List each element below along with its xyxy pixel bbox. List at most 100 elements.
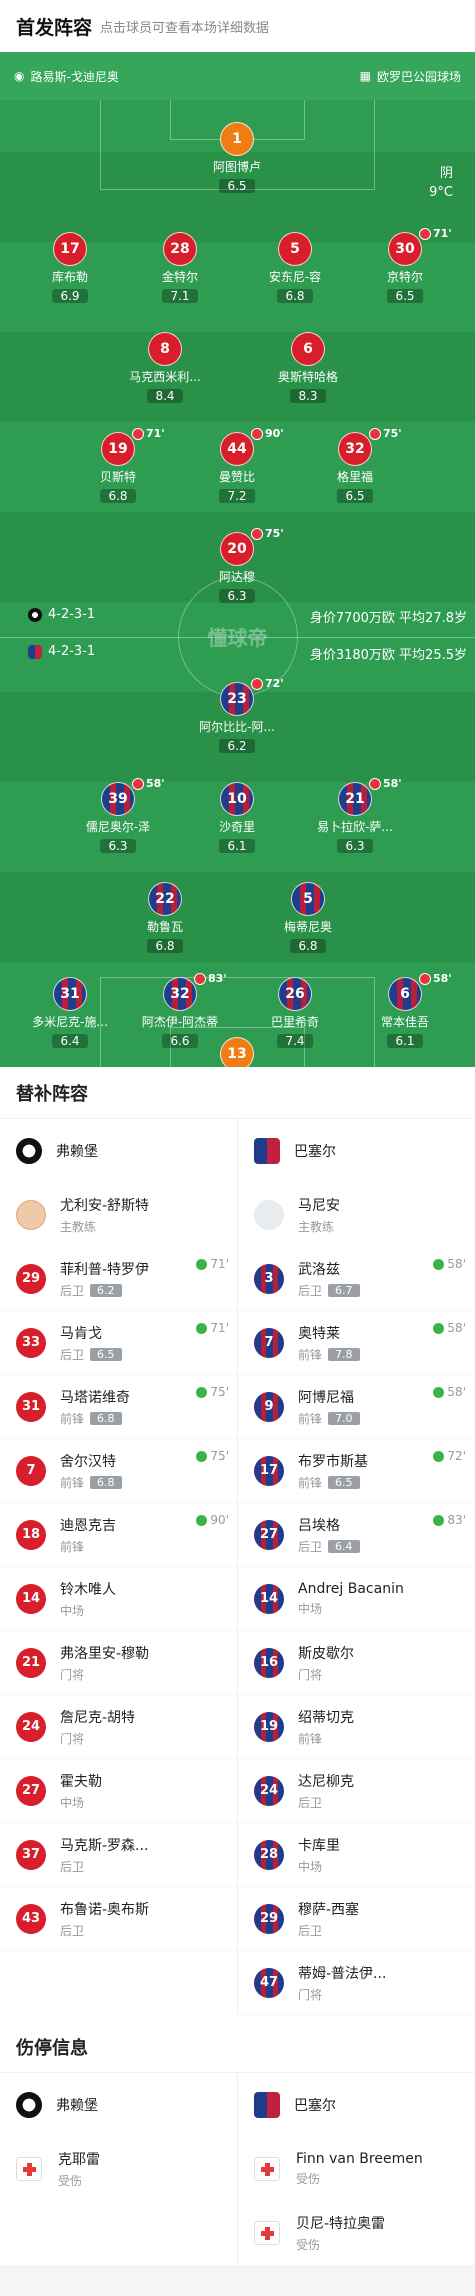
away-player[interactable]: 6 58' 常本佳吾 6.1 xyxy=(355,972,455,1049)
freiburg-crest-icon xyxy=(16,2092,42,2118)
sub-minute: 71' xyxy=(433,227,452,240)
player-position: 门将 xyxy=(298,1667,323,1682)
sub-player-row[interactable]: 37 马克斯-罗森... 后卫 xyxy=(0,1823,237,1887)
player-rating: 8.3 xyxy=(290,389,326,403)
player-name: 布鲁诺-奥布斯 xyxy=(60,1901,150,1918)
sub-off-icon xyxy=(369,777,381,790)
sub-player-row[interactable]: 24 詹尼克-胡特 门将 xyxy=(0,1695,237,1759)
sub-player-row[interactable]: 24 达尼柳克 后卫 xyxy=(238,1759,474,1823)
sub-player-row[interactable]: 7 奥特莱 前锋 7.8 58' xyxy=(238,1311,474,1375)
sub-player-row[interactable]: 29 菲利普-特罗伊 后卫 6.2 71' xyxy=(0,1247,237,1311)
away-player[interactable]: 13萨尔维7.3 xyxy=(187,1037,287,1067)
player-rating: 6.5 xyxy=(219,179,255,193)
sub-on-event: 75' xyxy=(196,1385,229,1399)
home-player[interactable]: 17 库布勒 6.9 xyxy=(20,232,120,304)
player-name: 阿尔比比-阿... xyxy=(199,720,275,734)
player-number: 24 xyxy=(254,1775,284,1806)
sub-player-row[interactable]: 33 马肯戈 后卫 6.5 71' xyxy=(0,1311,237,1375)
sub-player-row[interactable]: 9 阿博尼福 前锋 7.0 58' xyxy=(238,1375,474,1439)
player-name: 武洛兹 xyxy=(298,1261,340,1278)
away-team-head[interactable]: 巴塞尔 xyxy=(238,1119,474,1183)
away-player[interactable]: 10 沙奇里 6.1 xyxy=(187,782,287,854)
player-position: 前锋 xyxy=(298,1731,323,1746)
away-subs-column: 巴塞尔 马尼安 主教练 3 武洛兹 后卫 6.7 58' 7 奥特莱 前锋 7.8 58' 9 阿博尼福… xyxy=(237,1119,474,2015)
away-player[interactable]: 39 58' 儒尼奥尔-泽 6.3 xyxy=(68,777,168,854)
sub-player-row[interactable]: 27 吕埃格 后卫 6.4 83' xyxy=(238,1503,474,1567)
footer-gap xyxy=(0,2265,475,2296)
home-player[interactable]: 32 75' 格里福 6.5 xyxy=(305,427,405,504)
sub-player-row[interactable]: 14 铃木唯人 中场 xyxy=(0,1567,237,1631)
sub-player-row[interactable]: 14 Andrej Bacanin 中场 xyxy=(238,1567,474,1631)
player-position: 后卫 xyxy=(60,1923,85,1938)
home-player[interactable]: 20 75' 阿达穆 6.3 xyxy=(187,527,287,604)
sub-player-row[interactable]: 21 弗洛里安-穆勒 门将 xyxy=(0,1631,237,1695)
player-name: 舍尔汉特 xyxy=(60,1453,116,1470)
away-team-head[interactable]: 巴塞尔 xyxy=(238,2073,474,2137)
away-coach[interactable]: 马尼安 主教练 xyxy=(238,1183,474,1247)
away-player[interactable]: 5 梅蒂尼奥 6.8 xyxy=(258,882,358,954)
player-number: 26 xyxy=(278,977,312,1011)
player-number: 6 xyxy=(291,332,325,366)
sub-player-row[interactable]: 16 斯皮歇尔 门将 xyxy=(238,1631,474,1695)
home-team-head[interactable]: 弗赖堡 xyxy=(0,2073,237,2137)
home-player[interactable]: 5 安东尼-容 6.8 xyxy=(245,232,345,304)
player-number: 29 xyxy=(16,1263,46,1294)
sub-player-row[interactable]: 28 卡库里 中场 xyxy=(238,1823,474,1887)
home-player[interactable]: 44 90' 曼赞比 7.2 xyxy=(187,427,287,504)
player-number: 7 xyxy=(254,1327,284,1358)
injury-status: 受伤 xyxy=(296,2172,321,2186)
sub-minute: 58' xyxy=(433,972,452,985)
player-name: 库布勒 xyxy=(51,270,88,284)
sub-player-row[interactable]: 27 霍夫勒 中场 xyxy=(0,1759,237,1823)
player-name: 阿图博卢 xyxy=(212,160,261,174)
away-player[interactable]: 23 72' 阿尔比比-阿... 6.2 xyxy=(187,677,287,754)
home-coach[interactable]: 尤利安-舒斯特 主教练 xyxy=(0,1183,237,1247)
home-player[interactable]: 1 阿图博卢 6.5 xyxy=(187,122,287,194)
player-name: 梅蒂尼奥 xyxy=(283,920,332,934)
away-player[interactable]: 31 多米尼克-施... 6.4 xyxy=(20,977,120,1049)
player-number: 10 xyxy=(220,782,254,816)
sub-player-row[interactable]: 3 武洛兹 后卫 6.7 58' xyxy=(238,1247,474,1311)
player-rating: 6.3 xyxy=(337,839,373,853)
player-rating: 7.2 xyxy=(219,489,255,503)
player-name: 马塔诺维奇 xyxy=(60,1389,130,1406)
player-name: 贝尼-特拉奥雷 xyxy=(296,2216,386,2232)
basel-crest-icon xyxy=(28,644,42,659)
injury-row[interactable]: 贝尼-特拉奥雷 受伤 xyxy=(238,2201,474,2265)
injury-row[interactable]: 克耶雷 受伤 xyxy=(0,2137,237,2201)
sub-player-row[interactable]: 29 穆萨-西塞 后卫 xyxy=(238,1887,474,1951)
player-position: 前锋 xyxy=(298,1411,323,1426)
avatar xyxy=(254,1200,284,1230)
player-position: 后卫 xyxy=(298,1923,323,1938)
player-position: 后卫 xyxy=(60,1283,85,1298)
away-player[interactable]: 21 58' 易卜拉欣-萨... 6.3 xyxy=(305,777,405,854)
sub-player-row[interactable]: 17 布罗市斯基 前锋 6.5 72' xyxy=(238,1439,474,1503)
player-name: 儒尼奥尔-泽 xyxy=(85,820,151,834)
sub-player-row[interactable]: 18 迪恩克吉 前锋 90' xyxy=(0,1503,237,1567)
sub-player-row[interactable]: 7 舍尔汉特 前锋 6.8 75' xyxy=(0,1439,237,1503)
sub-player-row[interactable]: 19 绍蒂切克 前锋 xyxy=(238,1695,474,1759)
sub-player-row[interactable]: 47 蒂姆-普法伊... 门将 xyxy=(238,1951,474,2015)
home-player[interactable]: 8 马克西米利... 8.4 xyxy=(115,332,215,404)
player-name: 格里福 xyxy=(336,470,373,484)
home-player[interactable]: 28 金特尔 7.1 xyxy=(130,232,230,304)
home-team-head[interactable]: 弗赖堡 xyxy=(0,1119,237,1183)
sub-on-icon xyxy=(196,1258,208,1270)
sub-on-icon xyxy=(433,1514,445,1526)
player-rating: 6.8 xyxy=(90,1411,122,1425)
home-player[interactable]: 30 71' 京特尔 6.5 xyxy=(355,227,455,304)
home-player[interactable]: 6 奥斯特哈格 8.3 xyxy=(258,332,358,404)
player-name: 易卜拉欣-萨... xyxy=(317,820,393,834)
player-number: 1 xyxy=(220,122,254,156)
sub-player-row[interactable]: 43 布鲁诺-奥布斯 后卫 xyxy=(0,1887,237,1951)
player-number: 32 83' xyxy=(163,972,227,1011)
injury-row[interactable]: Finn van Breemen 受伤 xyxy=(238,2137,474,2201)
sub-minute: 71' xyxy=(210,1257,229,1271)
away-player[interactable]: 22 勒鲁瓦 6.8 xyxy=(115,882,215,954)
home-player[interactable]: 19 71' 贝斯特 6.8 xyxy=(68,427,168,504)
sub-player-row[interactable]: 31 马塔诺维奇 前锋 6.8 75' xyxy=(0,1375,237,1439)
player-name: 金特尔 xyxy=(161,270,198,284)
player-position: 中场 xyxy=(298,1601,323,1616)
player-rating: 6.5 xyxy=(328,1475,360,1489)
freiburg-crest-icon xyxy=(16,1138,42,1164)
